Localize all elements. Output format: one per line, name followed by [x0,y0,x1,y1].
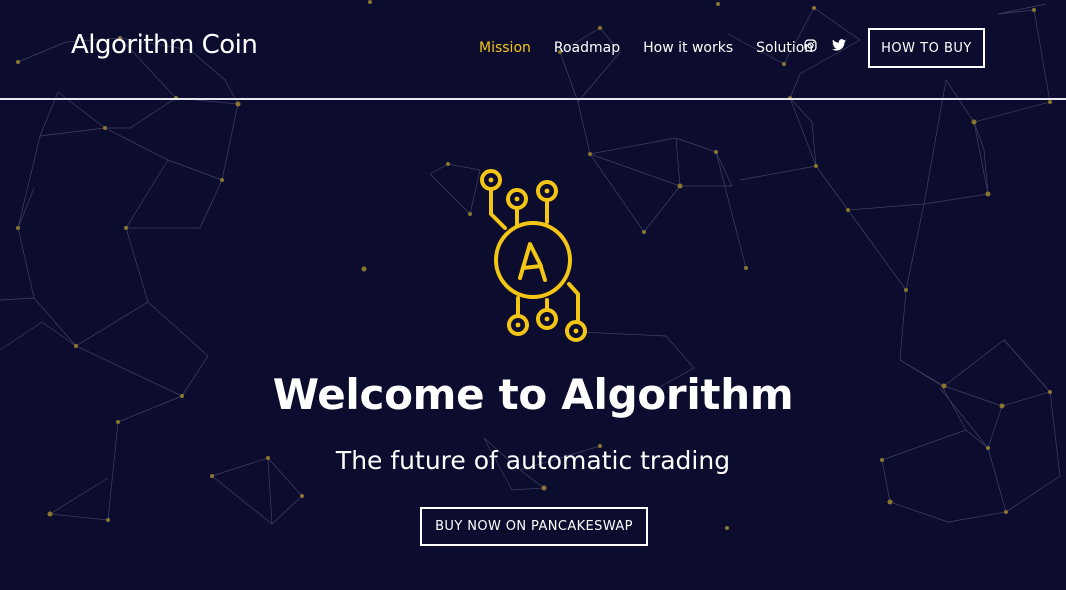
nav-item-how-it-works[interactable]: How it works [643,40,733,56]
hero-subtitle: The future of automatic trading [335,446,731,475]
algorithm-coin-logo [480,169,587,342]
how-to-buy-button[interactable]: HOW TO BUY [868,28,985,68]
site-header: Algorithm Coin Mission Roadmap How it wo… [0,0,1066,100]
brand-logo[interactable]: Algorithm Coin [71,30,258,60]
twitter-link[interactable] [832,39,846,51]
hero-title: Welcome to Algorithm [272,370,794,419]
main-nav: Mission Roadmap How it works Solution [479,40,836,56]
nav-item-mission[interactable]: Mission [479,40,531,56]
instagram-icon [804,39,817,52]
instagram-link[interactable] [804,39,817,52]
nav-item-roadmap[interactable]: Roadmap [554,40,620,56]
buy-now-pancakeswap-button[interactable]: BUY NOW ON PANCAKESWAP [420,507,648,546]
twitter-icon [832,39,846,51]
